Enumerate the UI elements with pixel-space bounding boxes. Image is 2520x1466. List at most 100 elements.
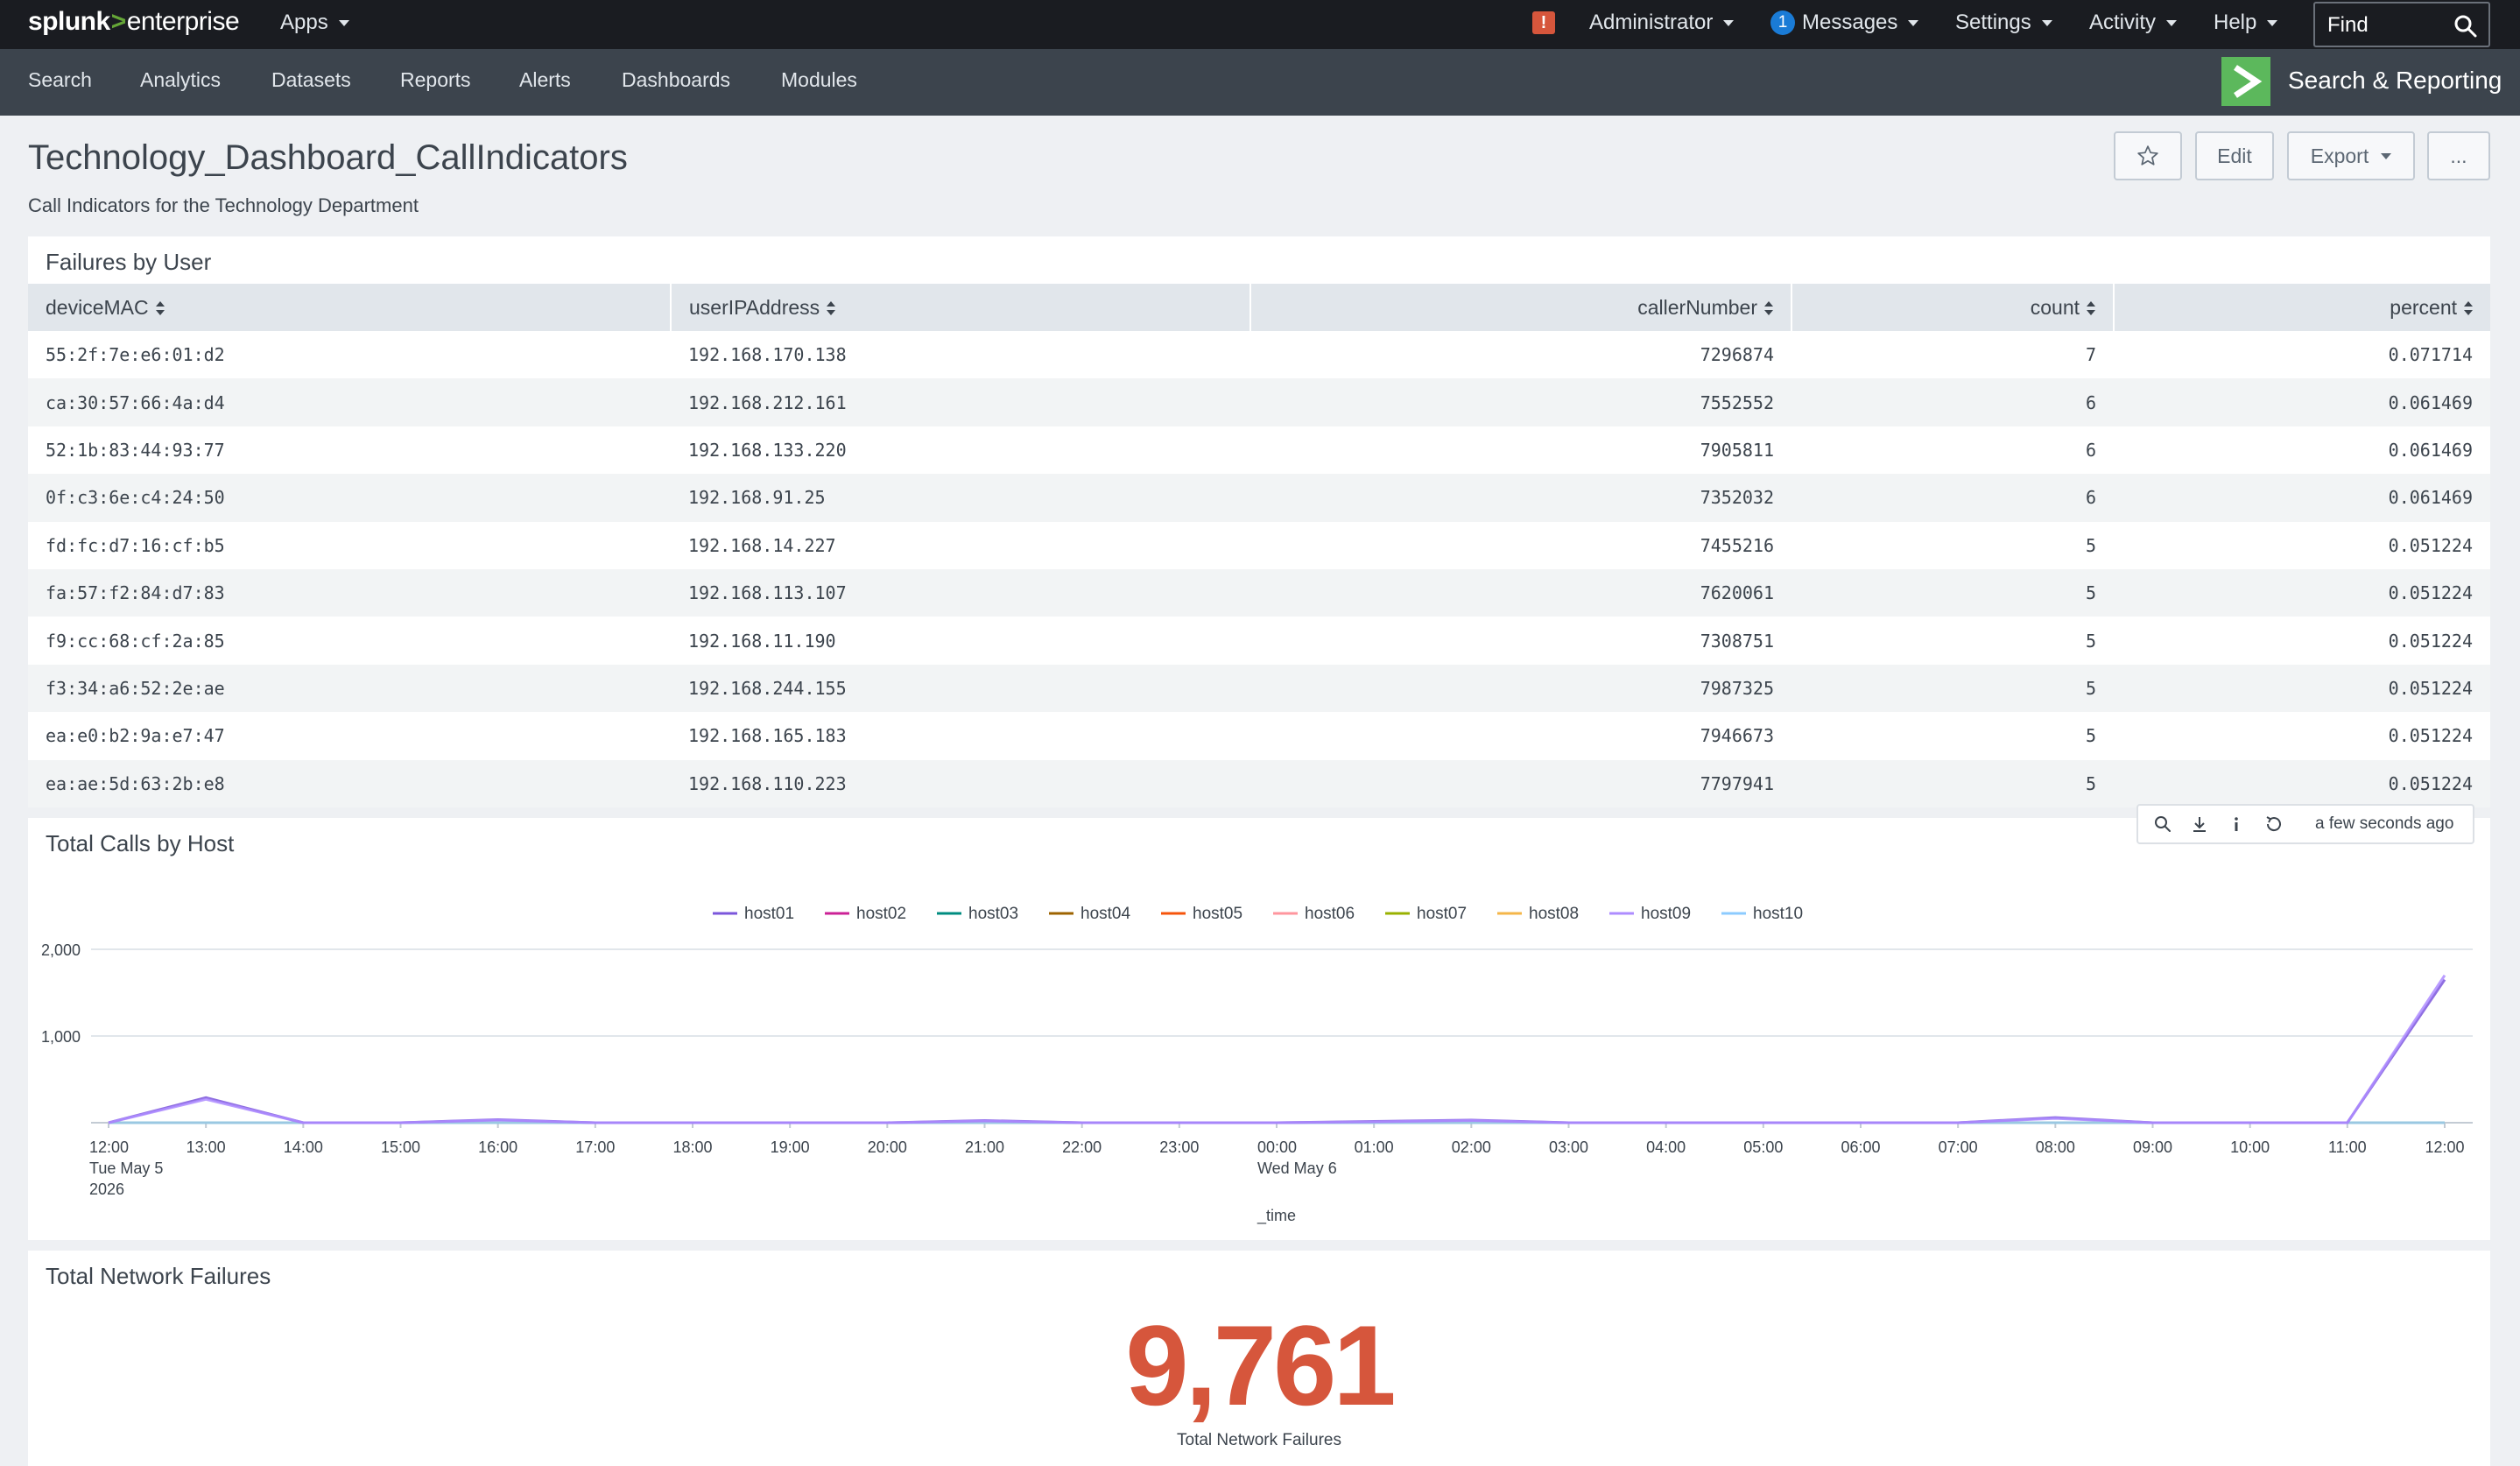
settings-menu[interactable]: Settings <box>1955 11 2052 35</box>
info-icon[interactable] <box>2228 815 2245 833</box>
table-row[interactable]: 55:2f:7e:e6:01:d2 192.168.170.138 729687… <box>28 331 2490 378</box>
x-tick-sublabel: Wed May 6 <box>1257 1159 1337 1177</box>
edit-label: Edit <box>2217 144 2252 167</box>
user-label: Administrator <box>1589 11 1714 34</box>
cell-devicemac: ca:30:57:66:4a:d4 <box>28 378 671 426</box>
cell-devicemac: ea:ae:5d:63:2b:e8 <box>28 759 671 807</box>
download-icon[interactable] <box>2191 815 2208 833</box>
failures-panel: Failures by User deviceMAC userIPAddress… <box>28 236 2490 807</box>
x-tick-label: 20:00 <box>868 1138 907 1156</box>
nav-analytics[interactable]: Analytics <box>140 68 221 92</box>
cell-callernumber: 7905811 <box>1700 439 1774 461</box>
cell-callernumber: 7296874 <box>1700 344 1774 366</box>
cell-callernumber: 7620061 <box>1250 568 1791 617</box>
cell-useripaddress: 192.168.133.220 <box>688 439 847 461</box>
cell-callernumber: 7552552 <box>1250 378 1791 426</box>
table-row[interactable]: ca:30:57:66:4a:d4 192.168.212.161 755255… <box>28 378 2490 426</box>
legend-label-host01: host01 <box>744 905 794 923</box>
sort-icon <box>1764 301 1773 316</box>
legend-label-host05: host05 <box>1193 905 1242 923</box>
cell-devicemac: ea:e0:b2:9a:e7:47 <box>46 725 225 747</box>
nav-search[interactable]: Search <box>28 68 92 92</box>
column-header-count[interactable]: count <box>1791 284 2115 331</box>
help-label: Help <box>2214 11 2257 34</box>
x-tick-sublabel: Tue May 5 <box>89 1159 163 1177</box>
column-header-label: callerNumber <box>1637 295 1757 319</box>
cell-callernumber: 7455216 <box>1700 534 1774 556</box>
refresh-icon[interactable] <box>2264 814 2284 834</box>
cell-useripaddress: 192.168.110.223 <box>671 759 1250 807</box>
chevron-down-icon <box>1908 19 1919 26</box>
nav-datasets[interactable]: Datasets <box>271 68 351 92</box>
user-menu[interactable]: Administrator <box>1589 11 1735 35</box>
nav-modules[interactable]: Modules <box>781 68 857 92</box>
chevron-down-icon <box>2267 19 2278 26</box>
cell-count: 5 <box>1791 759 2114 807</box>
chevron-down-icon <box>2041 19 2052 26</box>
chevron-down-icon <box>2166 19 2178 26</box>
x-tick-label: 08:00 <box>2036 1138 2075 1156</box>
table-row[interactable]: 0f:c3:6e:c4:24:50 192.168.91.25 7352032 … <box>28 474 2490 522</box>
splunk-logo[interactable]: splunk>enterprise <box>28 7 240 37</box>
legend-label-host10: host10 <box>1753 905 1803 923</box>
x-tick-label: 07:00 <box>1939 1138 1978 1156</box>
search-icon[interactable] <box>2154 815 2172 833</box>
table-row[interactable]: fa:57:f2:84:d7:83 192.168.113.107 762006… <box>28 568 2490 617</box>
legend-label-host08: host08 <box>1529 905 1579 923</box>
table-row[interactable]: f9:cc:68:cf:2a:85 192.168.11.190 7308751… <box>28 617 2490 664</box>
nav-reports[interactable]: Reports <box>400 68 471 92</box>
nav-alerts[interactable]: Alerts <box>519 68 571 92</box>
table-row[interactable]: fd:fc:d7:16:cf:b5 192.168.14.227 7455216… <box>28 522 2490 569</box>
cell-count: 6 <box>1791 474 2114 522</box>
cell-devicemac: fa:57:f2:84:d7:83 <box>28 568 671 617</box>
favorite-button[interactable] <box>2114 131 2182 180</box>
export-button[interactable]: Export <box>2287 131 2415 180</box>
cell-useripaddress: 192.168.212.161 <box>671 378 1250 426</box>
column-header-label: percent <box>2390 295 2457 319</box>
activity-menu[interactable]: Activity <box>2089 11 2178 35</box>
alert-icon[interactable]: ! <box>1532 11 1555 34</box>
x-tick-label: 21:00 <box>965 1138 1004 1156</box>
edit-button[interactable]: Edit <box>2195 131 2274 180</box>
calls-panel: Total Calls by Host 1,000 2,000 12:00 13:00… <box>28 818 2490 1240</box>
search-icon[interactable] <box>2453 14 2478 39</box>
messages-menu[interactable]: 1 Messages <box>1770 11 1919 35</box>
table-row[interactable]: f3:34:a6:52:2e:ae 192.168.244.155 798732… <box>28 664 2490 713</box>
failures-table: deviceMAC userIPAddress callerNumber cou… <box>28 284 2490 807</box>
legend-label-host09: host09 <box>1641 905 1691 923</box>
more-button[interactable]: ... <box>2427 131 2490 180</box>
column-header-callernumber[interactable]: callerNumber <box>1250 284 1792 331</box>
activity-label: Activity <box>2089 11 2157 34</box>
messages-count-badge: 1 <box>1770 11 1795 35</box>
app-name[interactable]: Search & Reporting <box>2288 67 2502 95</box>
cell-callernumber: 7797941 <box>1250 759 1791 807</box>
table-row[interactable]: ea:e0:b2:9a:e7:47 192.168.165.183 794667… <box>28 712 2490 759</box>
single-value-label: Total Network Failures <box>1177 1431 1341 1449</box>
cell-callernumber: 7352032 <box>1250 474 1791 522</box>
cell-useripaddress: 192.168.170.138 <box>688 344 847 366</box>
x-tick-label: 19:00 <box>771 1138 810 1156</box>
apps-menu[interactable]: Apps <box>280 11 349 35</box>
star-icon <box>2137 145 2158 166</box>
nav-dashboards[interactable]: Dashboards <box>622 68 730 92</box>
app-logo-icon[interactable] <box>2221 57 2270 106</box>
cell-count: 5 <box>2085 725 2096 747</box>
top-bar: splunk>enterprise Apps ! Administrator 1… <box>0 0 2520 49</box>
x-tick-label: 02:00 <box>1452 1138 1491 1156</box>
table-row[interactable]: ea:ae:5d:63:2b:e8 192.168.110.223 779794… <box>28 759 2490 807</box>
column-header-useripaddress[interactable]: userIPAddress <box>671 284 1251 331</box>
chart-toolbar: a few seconds ago <box>2136 804 2474 844</box>
table-row[interactable]: 52:1b:83:44:93:77 192.168.133.220 790581… <box>28 426 2490 474</box>
chevron-down-icon <box>1723 19 1735 26</box>
column-header-label: deviceMAC <box>46 295 149 319</box>
find-input[interactable] <box>2327 12 2450 39</box>
help-menu[interactable]: Help <box>2214 11 2278 35</box>
column-header-percent[interactable]: percent <box>2114 284 2490 331</box>
series-line-host09 <box>108 974 2446 1124</box>
column-header-devicemac[interactable]: deviceMAC <box>28 284 672 331</box>
dashboard-description: Call Indicators for the Technology Depar… <box>28 194 419 216</box>
x-tick-label: 04:00 <box>1646 1138 1686 1156</box>
cell-devicemac: fd:fc:d7:16:cf:b5 <box>46 534 225 556</box>
x-tick-label: 09:00 <box>2133 1138 2172 1156</box>
x-tick-label: 03:00 <box>1549 1138 1588 1156</box>
